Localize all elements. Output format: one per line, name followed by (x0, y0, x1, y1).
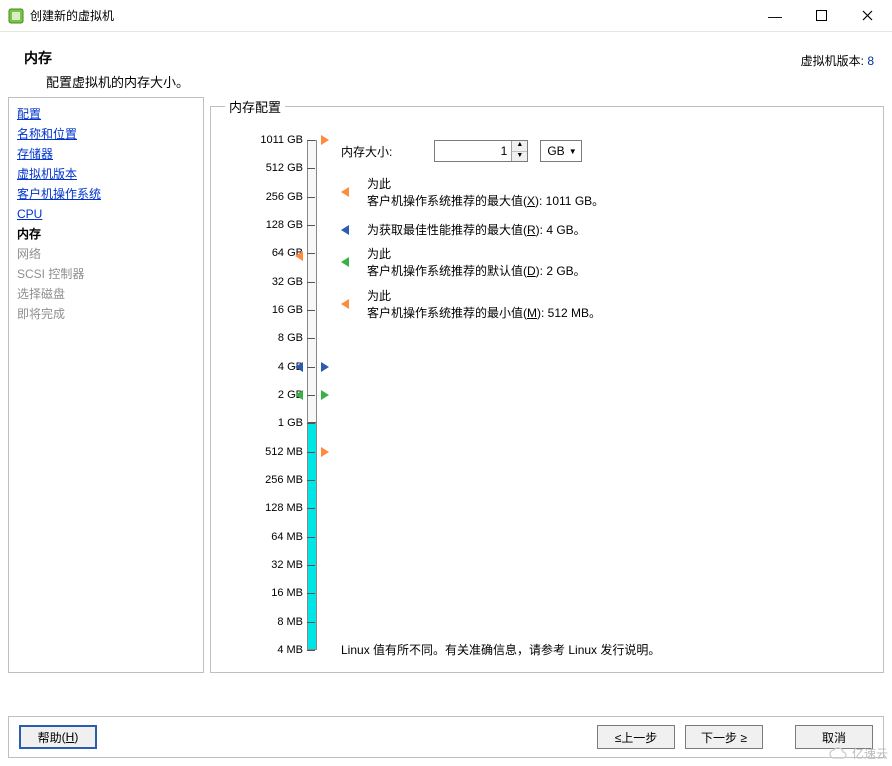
triangle-left-icon (341, 225, 349, 235)
vm-version-label: 虚拟机版本: 8 (801, 52, 874, 69)
slider-tick: 64 MB (271, 531, 303, 543)
min-marker[interactable] (321, 447, 329, 457)
slider-tick: 8 MB (277, 616, 303, 628)
maximize-button[interactable] (798, 1, 844, 31)
slider-tick: 4 MB (277, 644, 303, 656)
sidebar-step-6: 内存 (17, 224, 195, 244)
sidebar-step-8: SCSI 控制器 (17, 264, 195, 284)
spinner-down-icon[interactable]: ▼ (512, 152, 527, 162)
max-supported-marker[interactable] (321, 135, 329, 145)
default-marker[interactable] (295, 390, 303, 400)
minimize-button[interactable]: — (752, 1, 798, 31)
memory-recommendation-1[interactable]: 为获取最佳性能推荐的最大值(R): 4 GB。 (341, 222, 873, 239)
wizard-header: 内存 配置虚拟机的内存大小。 虚拟机版本: 8 (0, 32, 892, 97)
slider-tick: 512 GB (266, 162, 303, 174)
max-os-marker[interactable] (295, 251, 303, 261)
memory-unit-select[interactable]: GB ▼ (540, 140, 581, 162)
sidebar-step-9: 选择磁盘 (17, 284, 195, 304)
chevron-down-icon: ▼ (569, 147, 577, 156)
sidebar-step-5[interactable]: CPU (17, 204, 195, 224)
help-button[interactable]: 帮助(H) (19, 725, 97, 749)
sidebar-step-10: 即将完成 (17, 304, 195, 324)
cancel-button[interactable]: 取消 (795, 725, 873, 749)
triangle-left-icon (341, 299, 349, 309)
sidebar-step-2[interactable]: 存储器 (17, 144, 195, 164)
memory-size-stepper[interactable]: ▲ ▼ (434, 140, 528, 162)
sidebar-step-0[interactable]: 配置 (17, 104, 195, 124)
slider-tick: 256 MB (265, 474, 303, 486)
memory-footnote: Linux 值有所不同。有关准确信息，请参考 Linux 发行说明。 (341, 641, 660, 658)
slider-tick: 512 MB (265, 446, 303, 458)
sidebar-step-7: 网络 (17, 244, 195, 264)
app-icon (8, 8, 24, 24)
wizard-steps-sidebar: 配置名称和位置存储器虚拟机版本客户机操作系统CPU内存网络SCSI 控制器选择磁… (8, 97, 204, 673)
slider-tick: 256 GB (266, 191, 303, 203)
memory-recommendation-0[interactable]: 为此客户机操作系统推荐的最大值(X): 1011 GB。 (341, 176, 873, 210)
slider-tick: 128 GB (266, 219, 303, 231)
best-perf-marker-r[interactable] (321, 362, 329, 372)
spinner-up-icon[interactable]: ▲ (512, 141, 527, 152)
next-button[interactable]: 下一步 ≥ (685, 725, 763, 749)
slider-tick: 1 GB (278, 417, 303, 429)
titlebar: 创建新的虚拟机 — (0, 0, 892, 32)
slider-tick: 16 MB (271, 587, 303, 599)
window-title: 创建新的虚拟机 (30, 7, 114, 24)
memory-recommendation-3[interactable]: 为此客户机操作系统推荐的最小值(M): 512 MB。 (341, 288, 873, 322)
back-button[interactable]: ≤上一步 (597, 725, 675, 749)
default-marker-r[interactable] (321, 390, 329, 400)
slider-tick: 128 MB (265, 502, 303, 514)
memory-size-input[interactable] (435, 141, 511, 161)
memory-config-group: 内存配置 1011 GB512 GB256 GB128 GB64 GB32 GB… (210, 97, 884, 673)
close-button[interactable] (844, 1, 890, 31)
best-perf-marker[interactable] (295, 362, 303, 372)
triangle-left-icon (341, 257, 349, 267)
sidebar-step-4[interactable]: 客户机操作系统 (17, 184, 195, 204)
memory-slider[interactable]: 1011 GB512 GB256 GB128 GB64 GB32 GB16 GB… (229, 134, 325, 664)
slider-tick: 32 MB (271, 559, 303, 571)
slider-tick: 1011 GB (260, 134, 303, 146)
wizard-footer: 帮助(H) ≤上一步 下一步 ≥ 取消 (8, 716, 884, 758)
memory-unit-value: GB (547, 144, 564, 158)
triangle-left-icon (341, 187, 349, 197)
memory-recommendation-2[interactable]: 为此客户机操作系统推荐的默认值(D): 2 GB。 (341, 246, 873, 280)
slider-tick: 32 GB (272, 276, 303, 288)
page-subtitle: 配置虚拟机的内存大小。 (46, 72, 801, 91)
sidebar-step-3[interactable]: 虚拟机版本 (17, 164, 195, 184)
page-title: 内存 (24, 48, 801, 68)
memory-config-legend: 内存配置 (225, 97, 285, 116)
memory-size-label: 内存大小: (341, 143, 392, 160)
slider-tick: 8 GB (278, 332, 303, 344)
slider-tick: 16 GB (272, 304, 303, 316)
sidebar-step-1[interactable]: 名称和位置 (17, 124, 195, 144)
